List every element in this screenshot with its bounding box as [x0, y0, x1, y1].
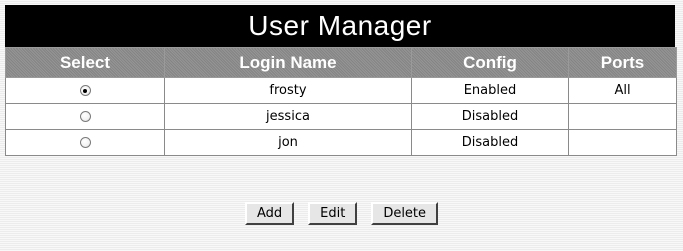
login-name-cell: jon [164, 129, 412, 156]
table-row[interactable]: jon Disabled [5, 129, 677, 156]
table-row[interactable]: frosty Enabled All [5, 77, 677, 104]
config-cell: Enabled [411, 77, 569, 104]
select-radio[interactable] [79, 111, 91, 122]
select-cell [5, 77, 165, 104]
ports-cell: All [568, 77, 677, 104]
add-button[interactable]: Add [244, 202, 295, 225]
table-row[interactable]: jessica Disabled [5, 103, 677, 130]
ports-cell [568, 103, 677, 130]
edit-button[interactable]: Edit [308, 202, 358, 225]
action-buttons: Add Edit Delete [0, 202, 683, 226]
select-cell [5, 129, 165, 156]
column-header-select: Select [5, 47, 165, 78]
config-cell: Disabled [411, 129, 569, 156]
select-radio[interactable] [79, 137, 91, 148]
user-table: Select Login Name Config Ports frosty En… [5, 47, 677, 156]
config-cell: Disabled [411, 103, 569, 130]
page-title: User Manager [5, 5, 675, 47]
ports-cell [568, 129, 677, 156]
delete-button[interactable]: Delete [371, 202, 439, 225]
select-radio[interactable] [79, 85, 91, 96]
select-cell [5, 103, 165, 130]
table-header-row: Select Login Name Config Ports [5, 47, 677, 78]
user-manager-page: User Manager Select Login Name Config Po… [0, 0, 683, 251]
column-header-ports: Ports [568, 47, 677, 78]
column-header-login-name: Login Name [164, 47, 412, 78]
column-header-config: Config [411, 47, 569, 78]
login-name-cell: frosty [164, 77, 412, 104]
login-name-cell: jessica [164, 103, 412, 130]
